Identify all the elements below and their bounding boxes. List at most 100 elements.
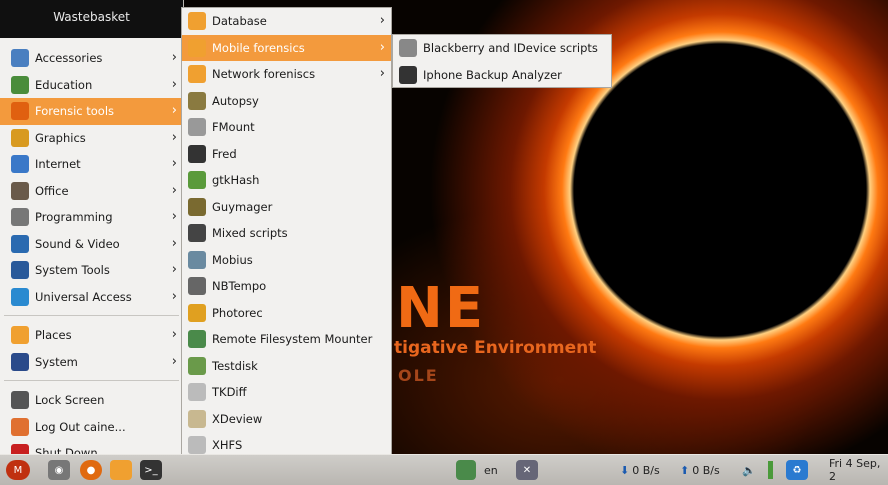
forensic-item-guymager[interactable]: Guymager [182,194,391,221]
launcher-screenshot[interactable]: ◉ [48,460,70,480]
chevron-right-icon: › [380,66,385,81]
folder-icon [110,460,132,480]
mobile-item-blackberry-and-idevice-scripts[interactable]: Blackberry and IDevice scripts [393,35,611,62]
chevron-right-icon: › [172,156,177,171]
forensic-item-nbtempo[interactable]: NBTempo [182,273,391,300]
forensic-item-network-foreniscs[interactable]: Network foreniscs › [182,61,391,88]
folder-icon [11,326,29,344]
menu-item-office[interactable]: Office› [0,178,183,205]
menu-item-label: TKDiff [212,385,247,399]
menu-item-label: Education [35,78,92,92]
office-icon [11,182,29,200]
menu-item-label: Log Out caine... [35,420,126,434]
forensic-item-testdisk[interactable]: Testdisk [182,353,391,380]
menu-item-label: FMount [212,120,255,134]
menu-item-lock-screen[interactable]: Lock Screen [0,387,183,414]
keyboard-icon [456,460,476,480]
launcher-firefox[interactable]: ● [80,460,102,480]
menu-separator [4,375,179,381]
graphics-icon [11,129,29,147]
forensic-item-tkdiff[interactable]: TKDiff [182,379,391,406]
launcher-tools[interactable]: ✕ [516,460,538,480]
xhfs-icon [188,436,206,454]
education-icon [11,76,29,94]
menu-item-label: Internet [35,157,81,171]
launcher-files[interactable] [110,460,132,480]
logout-icon [11,418,29,436]
menu-item-label: Universal Access [35,290,132,304]
menu-item-label: Programming [35,210,113,224]
forensic-item-gtkhash[interactable]: gtkHash [182,167,391,194]
wastebasket-header[interactable]: Wastebasket [0,0,183,38]
keyboard-layout-indicator[interactable]: en [456,460,498,480]
firefox-icon: ● [80,460,102,480]
forensic-item-autopsy[interactable]: Autopsy [182,88,391,115]
chevron-right-icon: › [172,327,177,342]
menu-item-label: XDeview [212,412,262,426]
menu-item-label: Mobile forensics [212,41,305,55]
menu-item-log-out-caine[interactable]: Log Out caine... [0,414,183,441]
menu-item-sound-video[interactable]: Sound & Video› [0,231,183,258]
chevron-right-icon: › [172,50,177,65]
chevron-right-icon: › [172,130,177,145]
network-download: ⬇ 0 B/s [620,460,660,480]
upload-arrow-icon: ⬆ [680,464,689,477]
launcher-terminal[interactable]: >_ [140,460,162,480]
chevron-right-icon: › [172,262,177,277]
forensic-item-fred[interactable]: Fred [182,141,391,168]
terminal-icon: >_ [140,460,162,480]
forensic-item-mobile-forensics[interactable]: Mobile forensics› [182,35,391,62]
menu-item-label: Lock Screen [35,393,104,407]
forensic-item-xdeview[interactable]: XDeview [182,406,391,433]
menu-button[interactable]: M [6,460,30,480]
wallpaper-subtitle-2: OLE [398,366,439,385]
keyboard-layout-label: en [484,464,498,477]
menu-item-system-tools[interactable]: System Tools › [0,257,183,284]
updates-indicator[interactable]: ♻ [786,460,808,480]
menu-item-label: Fred [212,147,237,161]
remote-mount-icon [188,330,206,348]
folder-icon [188,39,206,57]
menu-item-education[interactable]: Education› [0,72,183,99]
chevron-right-icon: › [172,183,177,198]
monitor-icon [11,353,29,371]
menu-item-places[interactable]: Places › [0,322,183,349]
forensic-item-mobius[interactable]: Mobius [182,247,391,274]
menu-item-internet[interactable]: Internet › [0,151,183,178]
forensic-tools-submenu: Database›Mobile forensics›Network foreni… [181,7,392,455]
folder-icon [188,65,206,83]
download-arrow-icon: ⬇ [620,464,629,477]
menu-item-label: Network foreniscs [212,67,315,81]
mobile-forensics-submenu: Blackberry and IDevice scriptsIphone Bac… [392,34,612,88]
iphone-icon [399,66,417,84]
folder-icon [188,12,206,30]
menu-item-accessories[interactable]: Accessories› [0,45,183,72]
download-speed: 0 B/s [632,464,659,477]
mobius-icon [188,251,206,269]
forensic-item-photorec[interactable]: Photorec [182,300,391,327]
chevron-right-icon: › [172,103,177,118]
mobile-item-iphone-backup-analyzer[interactable]: Iphone Backup Analyzer [393,62,611,89]
volume-control[interactable]: 🔈 [742,460,756,480]
clock[interactable]: Fri 4 Sep, 2 [829,460,888,480]
forensic-item-database[interactable]: Database› [182,8,391,35]
forensic-item-remote-filesystem-mounter[interactable]: Remote Filesystem Mounter [182,326,391,353]
camera-icon: ◉ [48,460,70,480]
clock-label: Fri 4 Sep, 2 [829,457,888,483]
battery-indicator[interactable] [768,460,773,480]
autopsy-icon [188,92,206,110]
forensic-item-mixed-scripts[interactable]: Mixed scripts [182,220,391,247]
menu-item-label: Mobius [212,253,253,267]
universal-access-icon [11,288,29,306]
chevron-right-icon: › [172,236,177,251]
applications-menu: Wastebasket Accessories›Education›Forens… [0,0,184,456]
forensic-item-fmount[interactable]: FMount [182,114,391,141]
menu-item-label: NBTempo [212,279,266,293]
menu-item-universal-access[interactable]: Universal Access› [0,284,183,311]
menu-item-programming[interactable]: Programming› [0,204,183,231]
menu-item-label: System Tools [35,263,110,277]
menu-item-graphics[interactable]: Graphics› [0,125,183,152]
guymager-icon [188,198,206,216]
menu-item-system[interactable]: System › [0,349,183,376]
menu-item-forensic-tools[interactable]: Forensic tools› [0,98,183,125]
